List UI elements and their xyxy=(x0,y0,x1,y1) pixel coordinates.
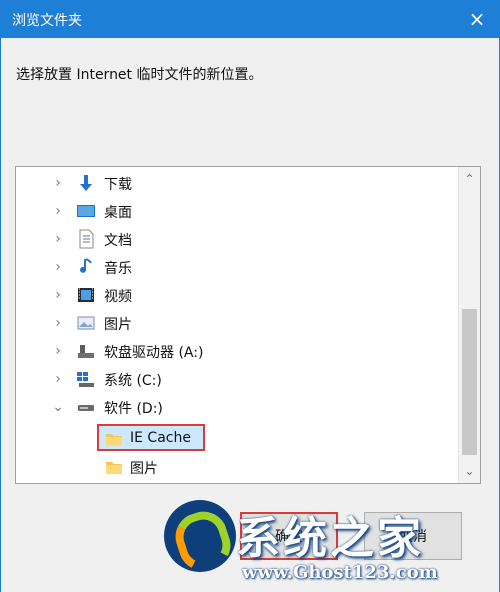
tree-item-documents[interactable]: › 文档 xyxy=(16,225,456,253)
music-icon xyxy=(76,257,96,277)
scroll-down-icon[interactable]: ⌄ xyxy=(459,461,480,481)
document-icon xyxy=(76,229,96,249)
window-frame-left xyxy=(0,38,1,592)
expand-chevron-icon[interactable]: › xyxy=(52,169,64,197)
tree-item-label: 音乐 xyxy=(104,261,132,277)
tree-item-system-c[interactable]: › 系统 (C:) xyxy=(16,365,456,393)
pictures-icon xyxy=(76,313,96,333)
expand-chevron-icon[interactable]: › xyxy=(52,225,64,253)
tree-item-label: 软盘驱动器 (A:) xyxy=(104,345,204,361)
tree-item-downloads[interactable]: › 下载 xyxy=(16,169,456,197)
expand-chevron-icon[interactable]: › xyxy=(52,309,64,337)
tree-item-videos[interactable]: › 视频 xyxy=(16,281,456,309)
tree-item-label: 文档 xyxy=(104,233,132,249)
floppy-icon xyxy=(76,341,96,361)
tree-item-label: 系统 (C:) xyxy=(104,373,162,389)
drive-icon xyxy=(76,397,96,417)
expand-chevron-icon[interactable]: › xyxy=(52,281,64,309)
tree-item-label: 桌面 xyxy=(104,205,132,221)
tree-item-pictures-folder[interactable]: 图片 xyxy=(16,453,456,481)
expand-chevron-icon[interactable]: › xyxy=(52,365,64,393)
watermark-url: www.Ghost123.com xyxy=(242,562,438,583)
tree-item-label: 下载 xyxy=(104,177,132,193)
expand-chevron-icon[interactable]: › xyxy=(52,253,64,281)
expand-chevron-icon[interactable]: › xyxy=(52,197,64,225)
title-bar: 浏览文件夹 × xyxy=(0,0,500,38)
system-drive-icon xyxy=(76,369,96,389)
tree-item-software-d[interactable]: ⌄ 软件 (D:) xyxy=(16,393,456,421)
tree-item-ie-cache[interactable]: IE Cache xyxy=(16,425,456,453)
desktop-icon xyxy=(76,201,96,221)
watermark-title: 系统之家 xyxy=(236,513,424,564)
tree-item-floppy[interactable]: › 软盘驱动器 (A:) xyxy=(16,337,456,365)
window-title: 浏览文件夹 xyxy=(12,13,82,29)
watermark-logo-icon xyxy=(164,500,237,577)
collapse-chevron-icon[interactable]: ⌄ xyxy=(52,393,64,421)
vertical-scrollbar[interactable]: ⌃ ⌄ xyxy=(458,167,480,483)
tree-item-label: 视频 xyxy=(104,289,132,305)
folder-icon xyxy=(104,457,124,477)
folder-tree[interactable]: › 下载 › 桌面 › 文档 › 音乐 › 视频 › 图片 › 软盘驱动器 (A… xyxy=(15,166,481,484)
tree-item-pictures[interactable]: › 图片 xyxy=(16,309,456,337)
tree-item-label: IE Cache xyxy=(130,430,191,446)
tree-item-label: 图片 xyxy=(130,461,158,477)
video-icon xyxy=(76,285,96,305)
close-button[interactable]: × xyxy=(454,0,500,38)
expand-chevron-icon[interactable]: › xyxy=(52,337,64,365)
scroll-up-icon[interactable]: ⌃ xyxy=(459,169,480,189)
tree-item-label: 软件 (D:) xyxy=(104,401,163,417)
tree-item-desktop[interactable]: › 桌面 xyxy=(16,197,456,225)
scroll-thumb[interactable] xyxy=(462,309,477,455)
instruction-text: 选择放置 Internet 临时文件的新位置。 xyxy=(16,67,263,83)
tree-item-music[interactable]: › 音乐 xyxy=(16,253,456,281)
tree-item-label: 图片 xyxy=(104,317,132,333)
folder-icon xyxy=(104,429,124,449)
download-icon xyxy=(76,173,96,193)
